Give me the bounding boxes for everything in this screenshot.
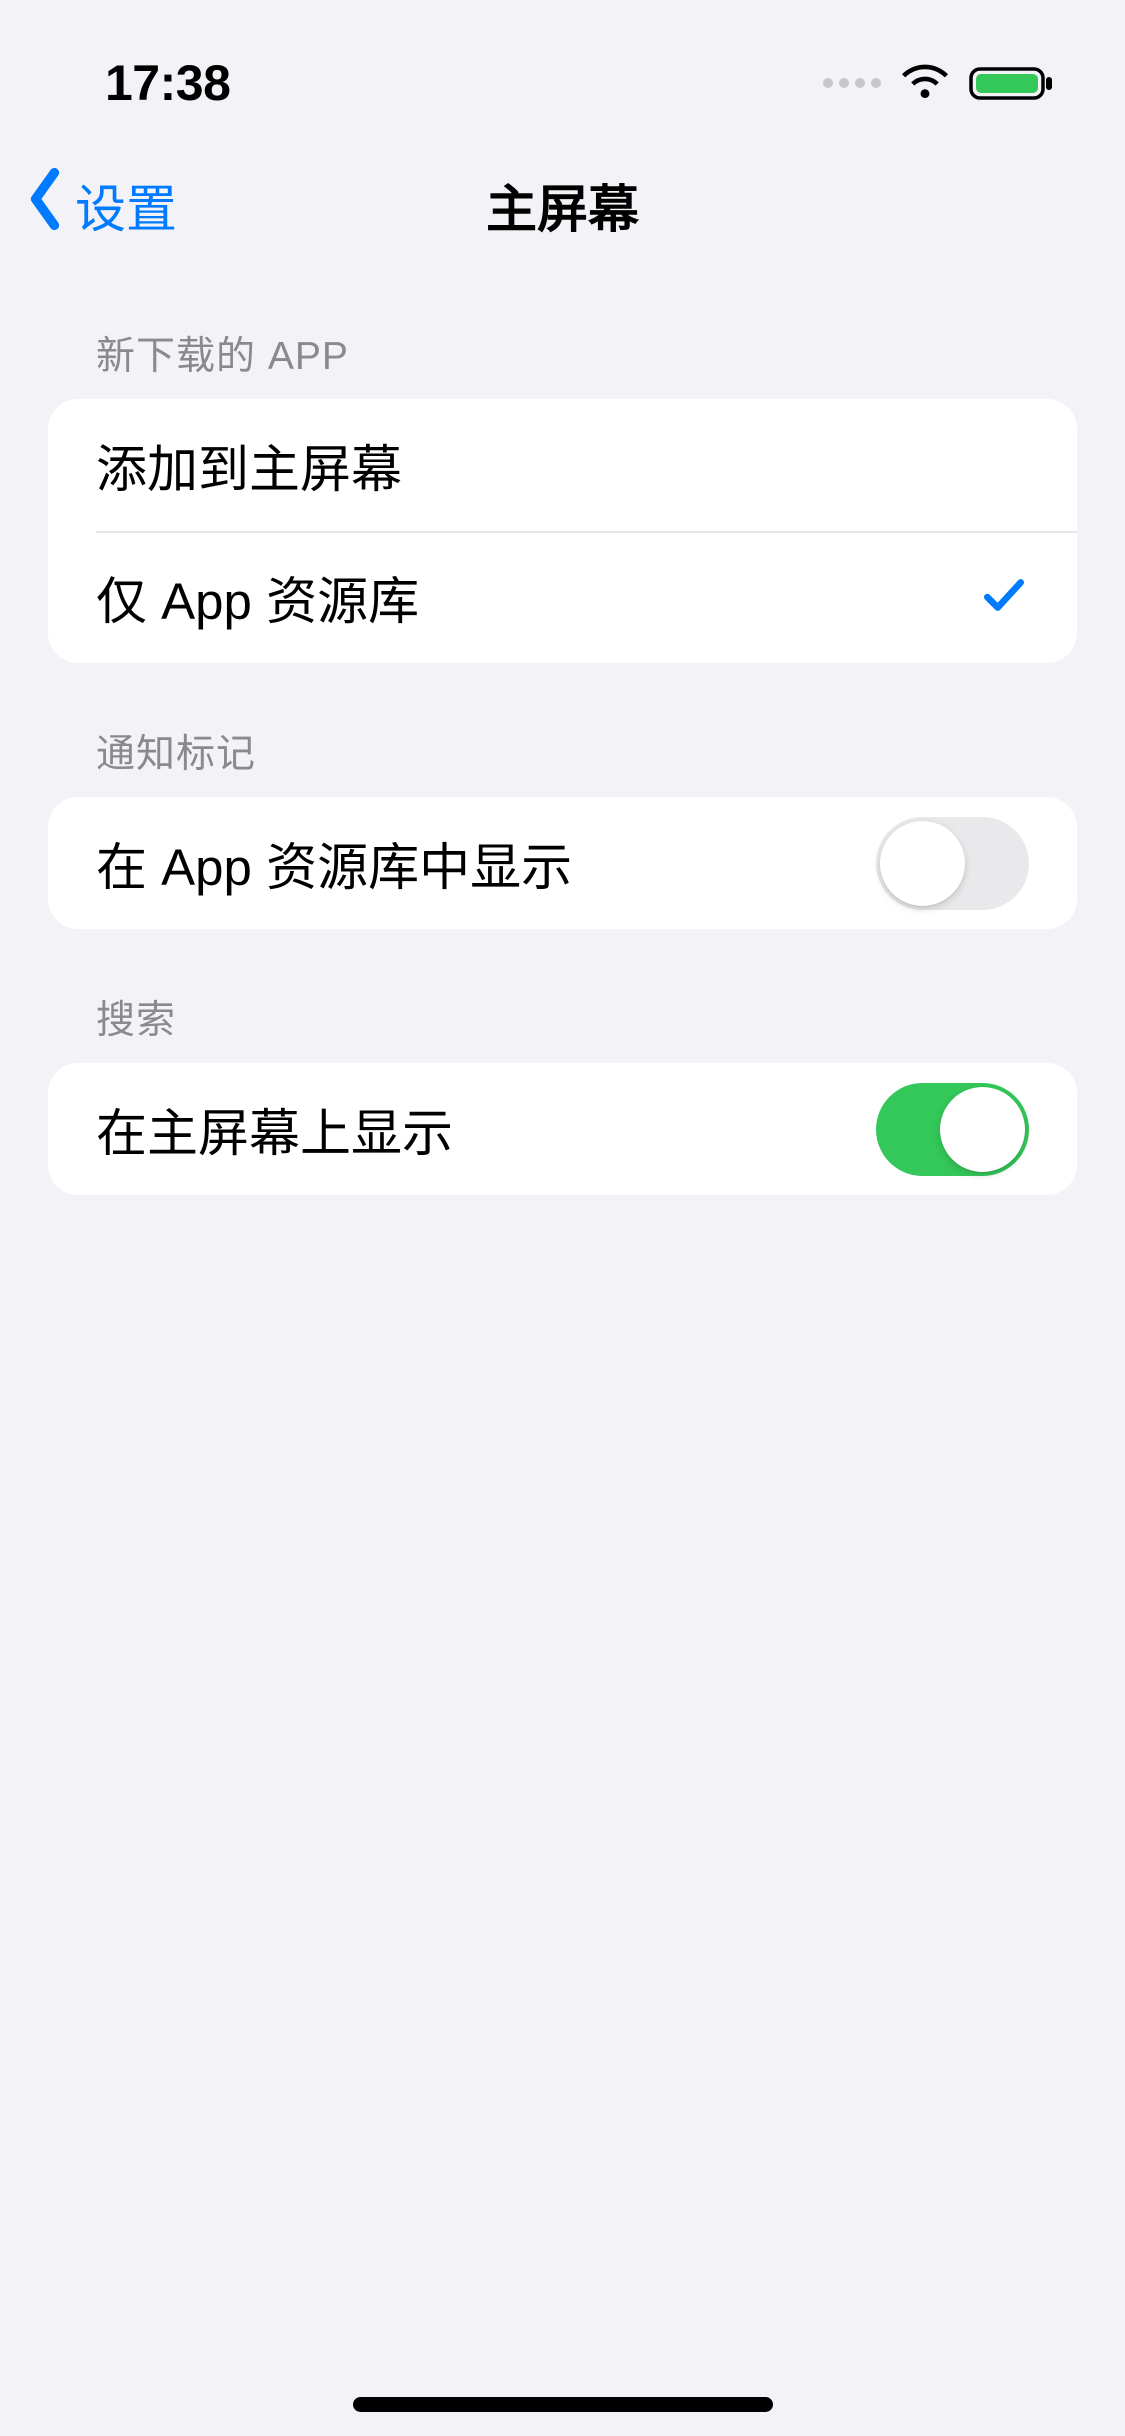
option-app-library-only[interactable]: 仅 App 资源库 bbox=[48, 531, 1077, 663]
row-badges-show-in-library: 在 App 资源库中显示 bbox=[48, 797, 1077, 929]
group-new-apps: 添加到主屏幕 仅 App 资源库 bbox=[48, 399, 1077, 663]
section-header-search: 搜索 bbox=[48, 929, 1077, 1063]
back-label: 设置 bbox=[75, 168, 177, 242]
option-label: 添加到主屏幕 bbox=[96, 428, 402, 502]
page-title: 主屏幕 bbox=[486, 168, 639, 242]
status-right bbox=[823, 63, 1055, 103]
section-header-new-apps: 新下载的 APP bbox=[48, 270, 1077, 399]
switch-knob bbox=[880, 821, 965, 906]
wifi-icon bbox=[899, 63, 951, 103]
option-label: 仅 App 资源库 bbox=[96, 560, 419, 634]
group-badges: 在 App 资源库中显示 bbox=[48, 797, 1077, 929]
checkmark-icon bbox=[979, 570, 1029, 625]
group-search: 在主屏幕上显示 bbox=[48, 1063, 1077, 1195]
status-time: 17:38 bbox=[105, 54, 230, 112]
nav-bar: 设置 主屏幕 bbox=[0, 140, 1125, 270]
section-header-badges: 通知标记 bbox=[48, 663, 1077, 797]
sim-indicator bbox=[823, 78, 881, 88]
row-search-show-on-home: 在主屏幕上显示 bbox=[48, 1063, 1077, 1195]
home-indicator[interactable] bbox=[353, 2397, 773, 2412]
battery-icon bbox=[969, 63, 1055, 103]
content: 新下载的 APP 添加到主屏幕 仅 App 资源库 通知标记 在 App 资源库… bbox=[0, 270, 1125, 1195]
toggle-search-home[interactable] bbox=[876, 1083, 1029, 1176]
status-bar: 17:38 bbox=[0, 0, 1125, 140]
row-label: 在 App 资源库中显示 bbox=[96, 826, 572, 900]
row-label: 在主屏幕上显示 bbox=[96, 1092, 453, 1166]
switch-knob bbox=[940, 1087, 1025, 1172]
option-add-to-home[interactable]: 添加到主屏幕 bbox=[48, 399, 1077, 531]
back-button[interactable]: 设置 bbox=[25, 167, 177, 243]
toggle-badges-library[interactable] bbox=[876, 817, 1029, 910]
chevron-left-icon bbox=[25, 167, 65, 243]
